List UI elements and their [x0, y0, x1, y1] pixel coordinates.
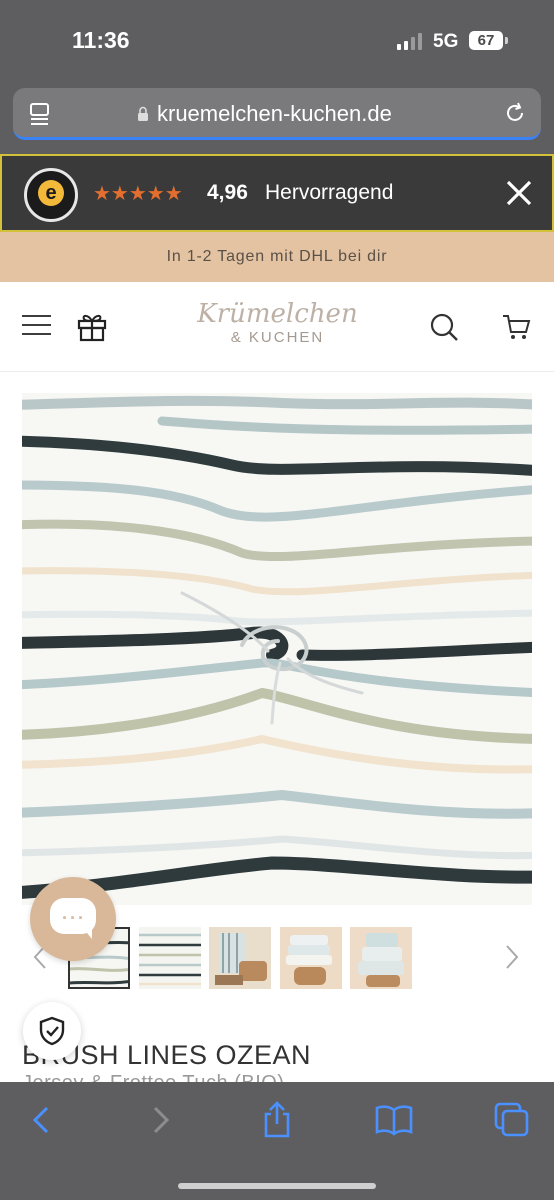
- shield-check-icon: [39, 1016, 65, 1046]
- rating-label: Hervorragend: [265, 181, 394, 204]
- thumbnail-3[interactable]: [209, 927, 271, 989]
- chat-button[interactable]: ···: [30, 877, 116, 961]
- cart-icon[interactable]: [501, 312, 531, 342]
- trusted-shops-seal: e: [24, 168, 78, 222]
- home-indicator[interactable]: [178, 1183, 376, 1189]
- battery-tip: [505, 37, 508, 44]
- reload-icon[interactable]: [503, 101, 527, 125]
- share-icon[interactable]: [257, 1100, 297, 1140]
- browser-address-area: kruemelchen-kuchen.de: [0, 84, 554, 154]
- close-icon[interactable]: [504, 178, 534, 208]
- product-photo-fabric: [22, 393, 532, 905]
- forward-icon[interactable]: [140, 1100, 180, 1140]
- site-logo[interactable]: Krümelchen & KUCHEN: [175, 298, 380, 358]
- thumbnail-2[interactable]: [139, 927, 201, 989]
- signal-icon: [397, 33, 425, 50]
- tabs-icon[interactable]: [29, 102, 51, 126]
- network-label: 5G: [433, 31, 459, 52]
- logo-sub: & KUCHEN: [230, 329, 325, 346]
- lock-icon: [138, 106, 148, 121]
- thumbnail-4[interactable]: [280, 927, 342, 989]
- tabs-overview-icon[interactable]: [492, 1100, 532, 1140]
- thumbnail-5[interactable]: [350, 927, 412, 989]
- trusted-shops-bar[interactable]: e ★★★★★ 4,96 Hervorragend: [0, 154, 554, 232]
- battery-icon: 67: [469, 31, 503, 50]
- site-header: Krümelchen & KUCHEN: [0, 282, 554, 372]
- browser-toolbar: [0, 1082, 554, 1200]
- status-time: 11:36: [72, 27, 130, 53]
- rating-value: 4,96: [207, 181, 248, 204]
- status-bar: 11:36 5G 67: [0, 0, 554, 84]
- trusted-shops-logo-icon: e: [38, 180, 64, 206]
- gift-icon[interactable]: [76, 310, 108, 342]
- bookmarks-icon[interactable]: [374, 1100, 414, 1140]
- chat-dots: ···: [62, 908, 86, 928]
- back-icon[interactable]: [22, 1100, 62, 1140]
- url-text[interactable]: kruemelchen-kuchen.de: [157, 101, 392, 127]
- search-icon[interactable]: [428, 311, 460, 343]
- menu-icon[interactable]: [22, 313, 52, 337]
- address-bar[interactable]: kruemelchen-kuchen.de: [13, 88, 541, 140]
- logo-script: Krümelchen: [197, 299, 358, 329]
- chevron-right-icon[interactable]: [504, 944, 520, 970]
- shipping-banner: In 1-2 Tagen mit DHL bei dir: [0, 232, 554, 282]
- product-image[interactable]: [22, 393, 532, 905]
- rating-stars: ★★★★★: [93, 183, 183, 205]
- trust-badge-button[interactable]: [23, 1002, 81, 1060]
